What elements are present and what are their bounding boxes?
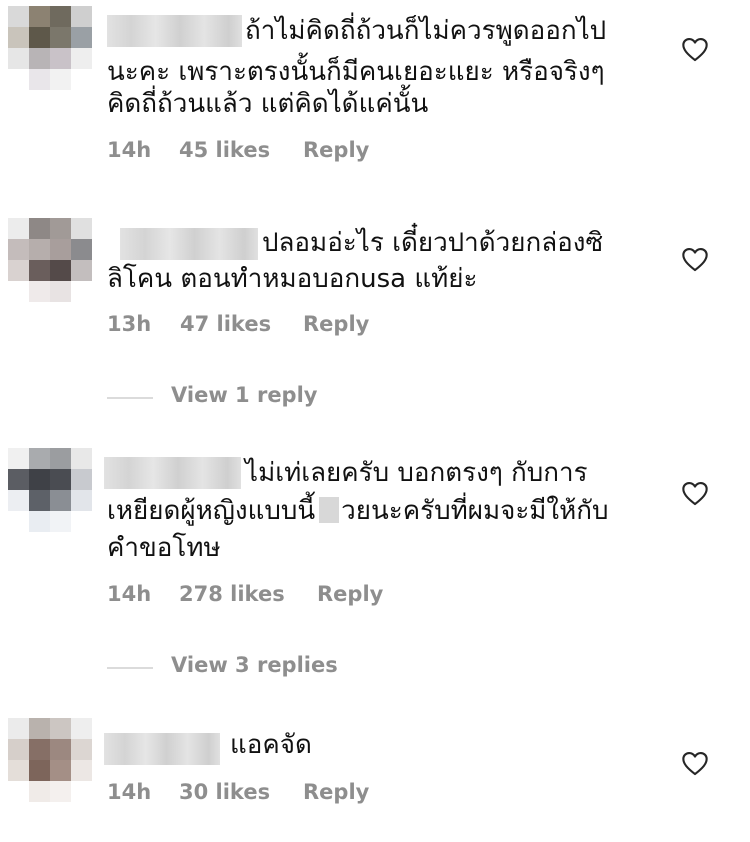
comment-text-line: ปลอมอ่ะไร เดี๋ยวปาด้วยกล่องซิ [262,228,604,258]
redacted-word-blur [319,497,340,523]
reply-button[interactable]: Reply [317,582,383,606]
comment-time: 14h [107,582,152,606]
comment-text-segment: วยนะครับที่ผมจะมีให้กับ [341,496,609,526]
avatar[interactable] [8,448,92,532]
comment-time: 14h [107,780,152,804]
likes-count[interactable]: 278 likes [179,582,285,606]
comment-time: 13h [107,312,152,336]
username-blurred[interactable] [120,228,258,260]
username-blurred[interactable] [104,457,241,489]
comment-text-line: นะคะ เพราะตรงนั้นก็มีคนเยอะแยะ หรือจริงๆ [107,57,605,87]
avatar[interactable] [8,6,92,90]
heart-outline-icon[interactable] [681,750,709,776]
likes-count[interactable]: 45 likes [179,138,270,162]
heart-outline-icon[interactable] [681,36,709,62]
heart-outline-icon[interactable] [681,480,709,506]
reply-button[interactable]: Reply [303,312,369,336]
view-replies-label: View 1 reply [171,383,318,407]
reply-button[interactable]: Reply [303,138,369,162]
username-blurred[interactable] [104,733,220,765]
comment-text-segment: เหยียดผู้หญิงแบบนี้ [107,496,316,526]
likes-count[interactable]: 30 likes [179,780,270,804]
view-replies-divider [107,667,153,669]
comment-time: 14h [107,138,152,162]
comment-text-line: เหยียดผู้หญิงแบบนี้ วยนะครับที่ผมจะมีให้ก… [107,494,609,528]
reply-button[interactable]: Reply [303,780,369,804]
avatar[interactable] [8,218,92,302]
avatar[interactable] [8,718,92,802]
comment-text-line: ลิโคน ตอนทำหมอบอกusa แท้ย่ะ [107,264,478,294]
view-replies-divider [107,397,153,399]
comment-text-line: คิดถี่ถ้วนแล้ว แต่คิดได้แค่นั้น [107,89,429,119]
comment-text-line: แอคจัด [230,730,312,760]
username-blurred[interactable] [107,15,242,47]
comment-text-line: ถ้าไม่คิดถี่ถ้วนก็ไม่ควรพูดออกไป [245,16,607,46]
heart-outline-icon[interactable] [681,246,709,272]
likes-count[interactable]: 47 likes [180,312,271,336]
comment-text-line: คำขอโทษ [107,533,221,563]
comment-text-line: ไม่เท่เลยครับ บอกตรงๆ กับการ [245,458,588,488]
view-replies-label: View 3 replies [171,653,338,677]
